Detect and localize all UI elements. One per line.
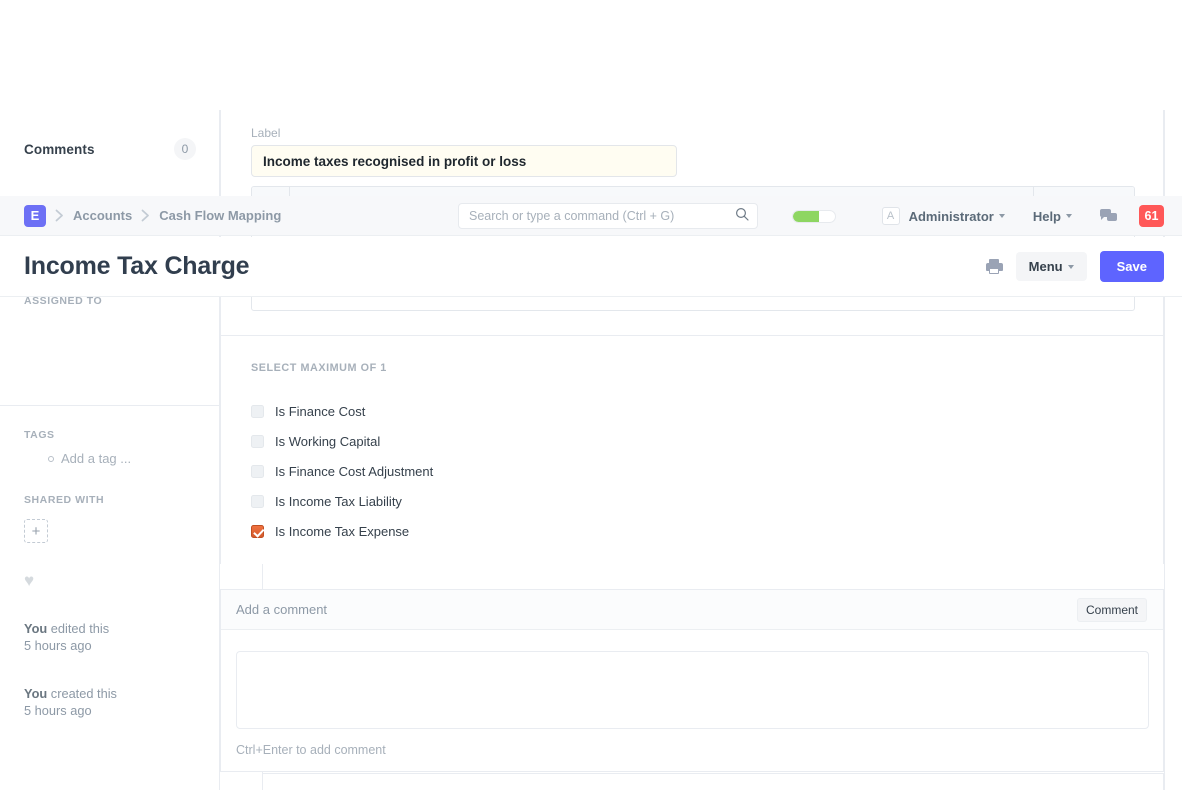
sidebar-tags-section: Tags Add a tag ... xyxy=(0,429,220,466)
checkbox-row-is-income-tax-liability[interactable]: Is Income Tax Liability xyxy=(251,486,851,516)
search-icon xyxy=(735,207,749,226)
activity-edited-time: 5 hours ago xyxy=(24,638,92,654)
checkbox-row-is-finance-cost[interactable]: Is Finance Cost xyxy=(251,396,851,426)
page-header-bar: Income Tax Charge Menu Save xyxy=(0,237,1182,297)
user-avatar[interactable]: A xyxy=(881,207,900,225)
checkbox-row-is-income-tax-expense[interactable]: Is Income Tax Expense xyxy=(251,516,851,546)
checkbox-is-working-capital[interactable] xyxy=(251,434,264,448)
checkbox-is-finance-cost-adjustment[interactable] xyxy=(251,464,264,478)
checkbox-label-is-working-capital: Is Working Capital xyxy=(275,433,381,449)
brand-logo-icon[interactable]: E xyxy=(24,204,46,227)
global-search-box[interactable] xyxy=(458,203,758,229)
heart-glyph: ♥ xyxy=(24,571,35,590)
activity-item-created: You created this 5 hours ago xyxy=(24,685,214,720)
activity-edited-action: edited this xyxy=(47,621,110,636)
checkbox-label-is-income-tax-liability: Is Income Tax Liability xyxy=(275,493,402,509)
chevron-right-icon-1 xyxy=(55,209,64,222)
checkbox-label-is-income-tax-expense: Is Income Tax Expense xyxy=(275,523,410,539)
user-menu-dropdown[interactable]: Administrator xyxy=(909,209,1005,224)
label-field-caption: Label xyxy=(251,126,281,140)
brand-letter: E xyxy=(30,208,40,223)
activity-edited-line: You edited this xyxy=(24,620,214,637)
sidebar-shared-section: Shared With + xyxy=(0,494,220,543)
sidebar-activity-log: You edited this 5 hours ago You created … xyxy=(24,620,214,749)
avatar-letter: A xyxy=(886,210,895,222)
comment-textarea[interactable] xyxy=(236,651,1149,729)
activity-edited-actor: You xyxy=(24,621,48,636)
checkbox-row-is-working-capital[interactable]: Is Working Capital xyxy=(251,426,851,456)
checkbox-is-finance-cost[interactable] xyxy=(251,404,264,418)
checkbox-label-is-finance-cost: Is Finance Cost xyxy=(275,403,366,419)
tag-dot-icon xyxy=(48,455,54,462)
like-heart-icon[interactable]: ♥ xyxy=(24,572,34,589)
comment-header-text: Add a comment xyxy=(236,602,328,617)
navbar-right-group: A Administrator Help 61 xyxy=(784,196,1164,236)
search-input[interactable] xyxy=(469,209,735,223)
activity-created-line: You created this xyxy=(24,685,214,702)
setup-progress-bar[interactable] xyxy=(791,209,836,223)
checkbox-section-card: Select maximum of 1 Is Finance Cost Is W… xyxy=(220,335,1164,564)
breadcrumb-cash-flow-mapping[interactable]: Cash Flow Mapping xyxy=(159,208,281,223)
help-menu-label: Help xyxy=(1032,208,1061,224)
user-menu-label: Administrator xyxy=(908,208,994,224)
sidebar-comments-count: 0 xyxy=(174,138,196,160)
page-body: Comments 0 Assigned To Tags Add a tag ..… xyxy=(0,0,1182,790)
checkbox-list: Is Finance Cost Is Working Capital Is Fi… xyxy=(251,396,851,546)
chevron-right-icon-2 xyxy=(141,209,150,222)
select-maximum-title: Select maximum of 1 xyxy=(251,362,387,374)
setup-progress-fill xyxy=(792,210,820,222)
activity-created-actor: You xyxy=(24,685,48,701)
comment-header: Add a comment Comment xyxy=(221,590,1163,630)
activity-created-time: 5 hours ago xyxy=(24,702,92,718)
menu-button[interactable]: Menu xyxy=(1015,252,1087,281)
comment-section-card: Add a comment Comment Ctrl+Enter to add … xyxy=(220,589,1164,772)
sidebar-divider-2 xyxy=(0,405,220,406)
add-tag-row[interactable]: Add a tag ... xyxy=(0,441,220,466)
add-tag-label: Add a tag ... xyxy=(61,451,132,466)
chat-bubble-front xyxy=(1107,212,1117,221)
notification-badge[interactable]: 61 xyxy=(1139,205,1164,227)
breadcrumb-accounts[interactable]: Accounts xyxy=(73,208,132,223)
comment-submit-button[interactable]: Comment xyxy=(1076,597,1147,622)
label-field-value: Income taxes recognised in profit or los… xyxy=(263,153,527,169)
checkbox-is-income-tax-expense[interactable] xyxy=(251,524,264,538)
help-menu-dropdown[interactable]: Help xyxy=(1033,209,1072,224)
sidebar-shared-title: Shared With xyxy=(24,494,105,506)
plus-icon: + xyxy=(31,522,41,540)
sidebar-tags-title: Tags xyxy=(24,429,55,441)
activity-created-action: created this xyxy=(47,685,117,701)
page-header-actions: Menu Save xyxy=(985,251,1164,282)
print-icon-sheet xyxy=(989,268,1000,274)
next-section-card xyxy=(262,773,1164,790)
app-root: Comments 0 Assigned To Tags Add a tag ..… xyxy=(0,0,1182,790)
print-icon[interactable] xyxy=(985,259,1003,274)
add-share-button[interactable]: + xyxy=(24,519,48,543)
checkbox-is-income-tax-liability[interactable] xyxy=(251,494,264,508)
save-button[interactable]: Save xyxy=(1099,251,1164,282)
sidebar-comments-label: Comments xyxy=(24,141,95,157)
label-field-input[interactable]: Income taxes recognised in profit or los… xyxy=(251,145,677,177)
comment-hint-text: Ctrl+Enter to add comment xyxy=(236,743,386,757)
menu-button-label: Menu xyxy=(1028,259,1063,274)
checkbox-row-is-finance-cost-adjustment[interactable]: Is Finance Cost Adjustment xyxy=(251,456,851,486)
chevron-down-icon-user xyxy=(998,214,1005,218)
checkbox-label-is-finance-cost-adjustment: Is Finance Cost Adjustment xyxy=(275,463,434,479)
chevron-down-icon-help xyxy=(1066,214,1072,218)
activity-item-edited: You edited this 5 hours ago xyxy=(24,620,214,655)
chat-icon[interactable] xyxy=(1100,208,1117,224)
sidebar-comments-row[interactable]: Comments 0 xyxy=(0,138,220,160)
page-title: Income Tax Charge xyxy=(24,252,250,280)
chevron-down-icon-menu xyxy=(1067,264,1074,269)
